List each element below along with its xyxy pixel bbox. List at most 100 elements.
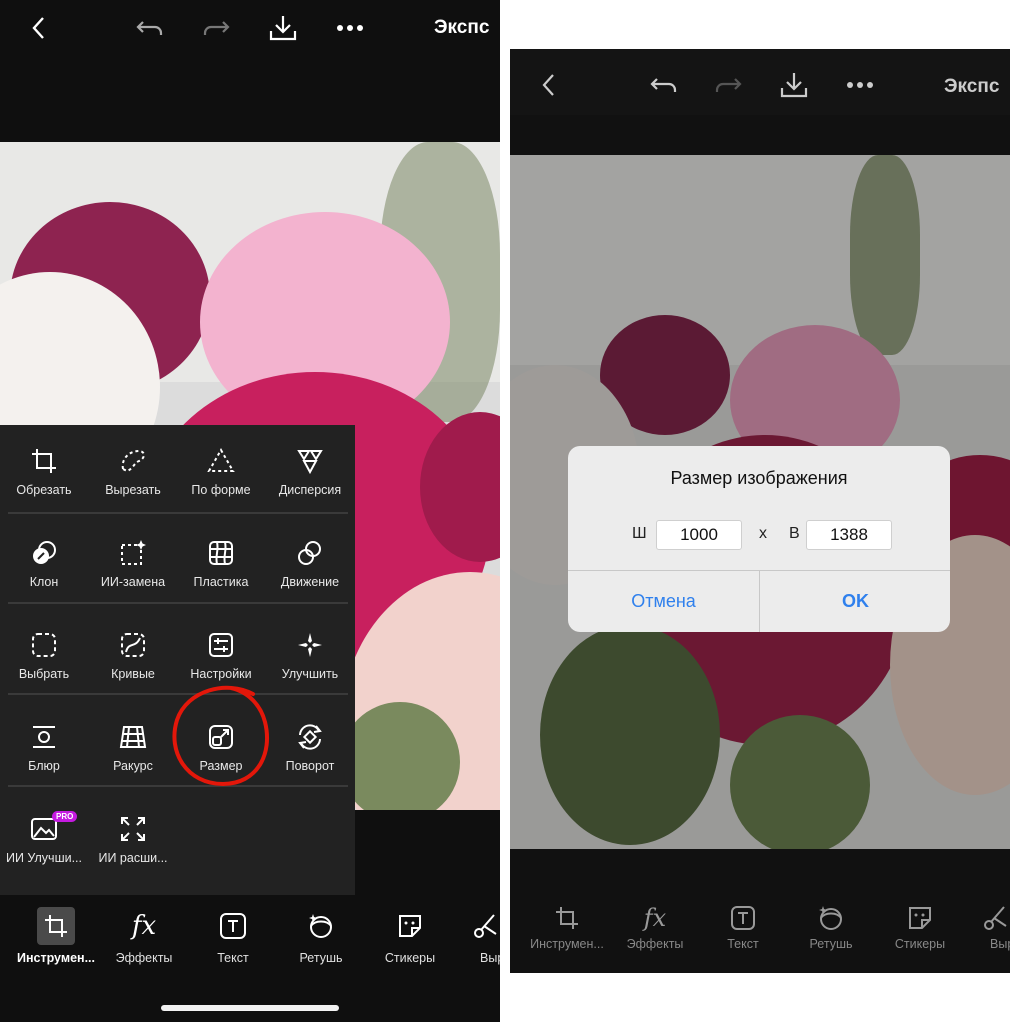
tool-cutout[interactable]: Вырезать bbox=[89, 437, 177, 517]
nav-label: Инструмен... bbox=[16, 951, 96, 965]
tool-label: Ракурс bbox=[113, 759, 153, 773]
undo-icon bbox=[650, 78, 677, 92]
export-button[interactable]: Экспс bbox=[434, 17, 489, 39]
tool-label: ИИ-замена bbox=[100, 575, 166, 589]
height-label: В bbox=[789, 525, 800, 542]
more-dots-icon bbox=[337, 25, 363, 31]
nav-tools-active-bg bbox=[37, 907, 75, 945]
nav-label: Стикеры bbox=[894, 937, 946, 951]
redo-button[interactable] bbox=[196, 8, 236, 48]
sticker-icon bbox=[909, 907, 931, 929]
home-indicator bbox=[161, 1005, 339, 1011]
crop-icon bbox=[556, 907, 578, 929]
curves-icon bbox=[121, 633, 145, 657]
shape-triangle-icon bbox=[207, 447, 235, 472]
tool-label: Вырезать bbox=[105, 483, 161, 497]
left-screen: Экспс Обрезать Вырезать По форме Дисперс… bbox=[0, 0, 500, 1022]
tools-divider bbox=[8, 512, 348, 514]
nav-label: Инструмен... bbox=[530, 937, 604, 951]
download-button[interactable] bbox=[774, 65, 814, 105]
more-button[interactable] bbox=[840, 65, 880, 105]
tool-label: Дисперсия bbox=[278, 483, 342, 497]
tool-label: Клон bbox=[29, 575, 59, 589]
undo-button[interactable] bbox=[130, 8, 170, 48]
nav-stickers[interactable]: Стикеры bbox=[372, 906, 448, 965]
download-icon bbox=[269, 16, 297, 41]
text-icon bbox=[731, 906, 755, 930]
nav-cutout[interactable]: Выр bbox=[470, 906, 500, 965]
crop-icon bbox=[32, 449, 56, 473]
tool-enhance[interactable]: Улучшить bbox=[266, 621, 354, 701]
rotate-icon bbox=[298, 724, 322, 750]
width-label: Ш bbox=[632, 525, 647, 542]
tool-select[interactable]: Выбрать bbox=[0, 621, 88, 701]
nav-retouch[interactable]: Ретушь bbox=[286, 906, 356, 965]
select-icon bbox=[32, 633, 56, 657]
nav-retouch[interactable]: Ретушь bbox=[796, 901, 866, 951]
scissors-icon bbox=[984, 906, 1007, 930]
tool-label: По форме bbox=[191, 483, 251, 497]
nav-cutout[interactable]: Выр bbox=[980, 901, 1010, 951]
tool-label: Блюр bbox=[28, 759, 60, 773]
tool-ai-enhance[interactable]: PRO ИИ Улучши... bbox=[0, 805, 88, 885]
tool-ai-expand[interactable]: ИИ расши... bbox=[89, 805, 177, 885]
tool-label: Кривые bbox=[111, 667, 155, 681]
back-button[interactable] bbox=[528, 65, 568, 105]
more-button[interactable] bbox=[330, 8, 370, 48]
tool-curves[interactable]: Кривые bbox=[89, 621, 177, 701]
width-input[interactable] bbox=[656, 520, 742, 550]
adjust-sliders-icon bbox=[209, 633, 233, 657]
back-button[interactable] bbox=[18, 8, 58, 48]
download-icon bbox=[780, 73, 808, 98]
grid-warp-icon bbox=[209, 541, 233, 565]
undo-button[interactable] bbox=[644, 65, 684, 105]
tool-perspective[interactable]: Ракурс bbox=[89, 713, 177, 793]
nav-label: Текст bbox=[217, 951, 249, 965]
fx-icon: fx bbox=[643, 904, 667, 932]
tool-label: Обрезать bbox=[16, 483, 72, 497]
top-toolbar: Экспс bbox=[510, 49, 1010, 115]
tool-shape[interactable]: По форме bbox=[177, 437, 265, 517]
tool-label: Пластика bbox=[193, 575, 249, 589]
right-screen: Экспс Инструмен... fx Эффекты Текст Рету… bbox=[510, 49, 1010, 973]
nav-text[interactable]: Текст bbox=[708, 901, 778, 951]
height-input[interactable] bbox=[806, 520, 892, 550]
tool-label: Движение bbox=[280, 575, 340, 589]
tools-panel: Обрезать Вырезать По форме Дисперсия Кло… bbox=[0, 425, 355, 895]
tool-clone[interactable]: Клон bbox=[0, 529, 88, 609]
nav-label: Ретушь bbox=[809, 937, 853, 951]
redo-button[interactable] bbox=[708, 65, 748, 105]
image-size-dialog: Размер изображения Ш x В Отмена OK bbox=[568, 446, 950, 632]
tool-label: Выбрать bbox=[18, 667, 70, 681]
chevron-left-icon bbox=[542, 74, 554, 96]
redo-icon bbox=[715, 78, 742, 92]
tool-crop[interactable]: Обрезать bbox=[0, 437, 88, 517]
nav-stickers[interactable]: Стикеры bbox=[882, 901, 958, 951]
cutout-icon bbox=[121, 449, 145, 473]
pro-badge: PRO bbox=[52, 811, 78, 822]
top-toolbar: Экспс bbox=[0, 0, 500, 56]
fx-icon: fx bbox=[131, 911, 157, 941]
nav-text[interactable]: Текст bbox=[198, 906, 268, 965]
tool-motion[interactable]: Движение bbox=[266, 529, 354, 609]
nav-tools[interactable]: Инструмен... bbox=[10, 906, 102, 965]
tool-liquify[interactable]: Пластика bbox=[177, 529, 265, 609]
export-button[interactable]: Экспс bbox=[944, 76, 999, 98]
nav-effects[interactable]: fx Эффекты bbox=[104, 906, 184, 965]
crop-icon bbox=[45, 915, 67, 937]
undo-icon bbox=[136, 21, 163, 35]
nav-tools[interactable]: Инструмен... bbox=[524, 901, 610, 951]
dialog-title: Размер изображения bbox=[670, 468, 848, 488]
tool-dispersion[interactable]: Дисперсия bbox=[266, 437, 354, 517]
tool-ai-replace[interactable]: ИИ-замена bbox=[89, 529, 177, 609]
cancel-button[interactable]: Отмена bbox=[568, 570, 759, 632]
nav-effects[interactable]: fx Эффекты bbox=[615, 901, 695, 951]
ok-button[interactable]: OK bbox=[760, 570, 950, 632]
tool-rotate[interactable]: Поворот bbox=[266, 713, 354, 793]
annotation-circle bbox=[172, 685, 270, 787]
nav-label: Эффекты bbox=[115, 951, 173, 965]
tool-label: Улучшить bbox=[281, 667, 339, 681]
tool-blur[interactable]: Блюр bbox=[0, 713, 88, 793]
more-dots-icon bbox=[847, 82, 873, 88]
download-button[interactable] bbox=[263, 8, 303, 48]
